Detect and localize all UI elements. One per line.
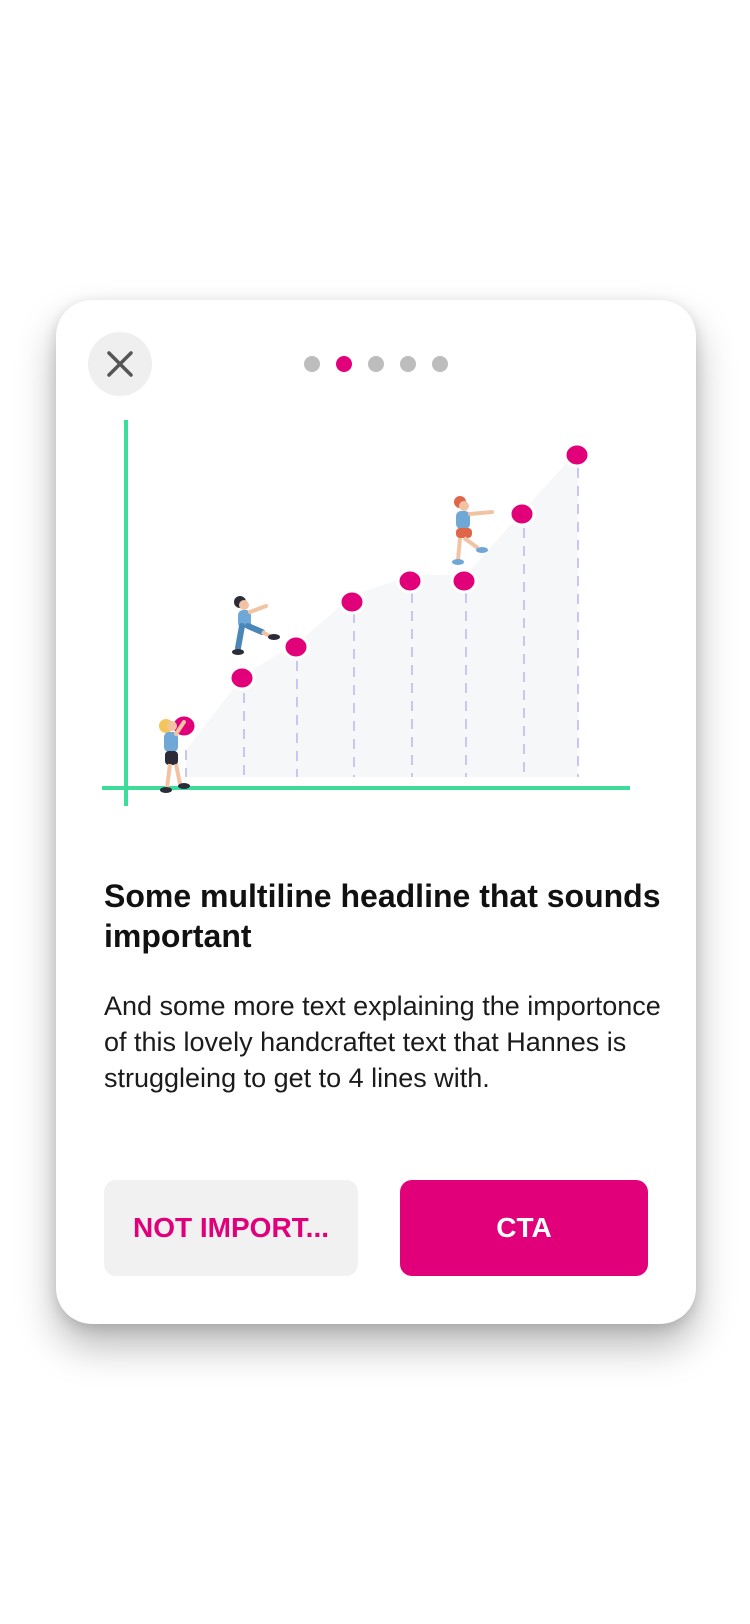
dialog-body-text: And some more text explaining the import… — [104, 991, 661, 1093]
climber-figure-2 — [232, 596, 280, 655]
dialog-headline: Some multiline headline that sounds impo… — [104, 878, 661, 954]
not-important-button[interactable]: NOT IMPORT... — [104, 1180, 358, 1276]
pagination-dot-3[interactable] — [368, 356, 384, 372]
pagination-dot-4[interactable] — [400, 356, 416, 372]
onboarding-dialog: Some multiline headline that sounds impo… — [56, 300, 696, 1324]
pagination-dot-1[interactable] — [304, 356, 320, 372]
cta-button[interactable]: CTA — [400, 1180, 648, 1276]
pagination-dot-5[interactable] — [432, 356, 448, 372]
growth-illustration — [102, 420, 630, 806]
pagination-dot-2-active[interactable] — [336, 356, 352, 372]
pagination-dots — [56, 356, 696, 372]
